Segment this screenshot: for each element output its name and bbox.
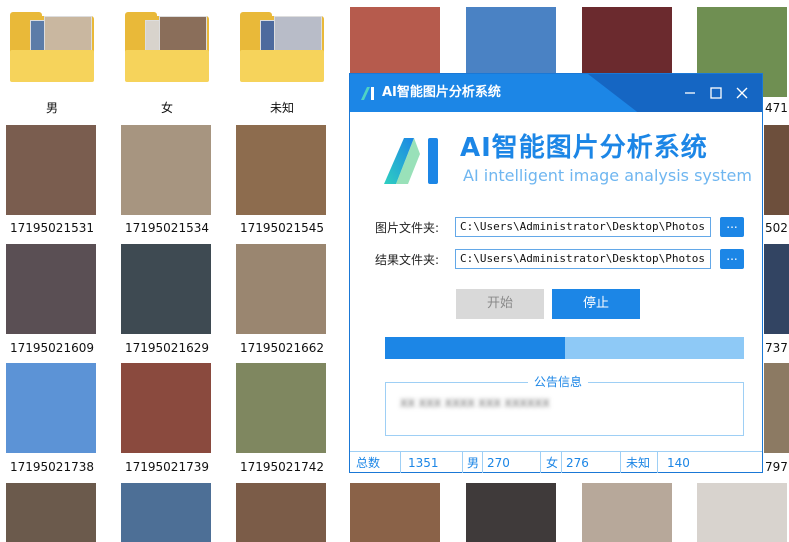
female-count: 276 <box>566 456 589 470</box>
female-label: 女 <box>546 456 559 470</box>
photo-label: 17195021609 <box>10 341 94 355</box>
unknown-count: 140 <box>667 456 690 470</box>
photo-thumbnail[interactable] <box>466 483 556 542</box>
total-label: 总数 <box>356 456 381 470</box>
minimize-icon <box>685 92 695 94</box>
maximize-button[interactable] <box>706 83 726 103</box>
photo-label-partial: 502 <box>765 221 788 235</box>
male-label: 男 <box>467 456 480 470</box>
photo-label: 17195021629 <box>125 341 209 355</box>
photo-label-partial: 471 <box>765 101 788 115</box>
folder-label: 女 <box>160 101 173 115</box>
photo-thumbnail[interactable] <box>764 244 789 334</box>
window-title: AI智能图片分析系统 <box>382 85 501 100</box>
notice-panel: 公告信息 XX XXX XXXX XXX XXXXXX <box>385 374 744 436</box>
image-folder-input[interactable]: C:\Users\Administrator\Desktop\Photos <box>455 217 711 237</box>
progress-fill <box>385 337 565 359</box>
photo-label: 17195021742 <box>240 460 324 474</box>
title-bar[interactable]: AI智能图片分析系统 <box>350 74 762 112</box>
folder-female[interactable] <box>115 0 209 90</box>
photo-thumbnail[interactable] <box>121 125 211 215</box>
photo-label-partial: 737 <box>765 341 788 355</box>
photo-thumbnail[interactable] <box>764 363 789 453</box>
photo-thumbnail[interactable] <box>6 125 96 215</box>
photo-thumbnail[interactable] <box>582 483 672 542</box>
photo-thumbnail[interactable] <box>236 483 326 542</box>
photo-thumbnail[interactable] <box>6 483 96 542</box>
folder-male[interactable] <box>0 0 94 90</box>
photo-thumbnail[interactable] <box>121 244 211 334</box>
photo-label: 17195021531 <box>10 221 94 235</box>
notice-text: XX XXX XXXX XXX XXXXXX <box>400 397 550 410</box>
folder-unknown[interactable] <box>230 0 324 90</box>
notice-title: 公告信息 <box>528 374 589 390</box>
male-count: 270 <box>487 456 510 470</box>
folder-label: 男 <box>45 101 58 115</box>
folder-label: 未知 <box>269 101 294 115</box>
image-folder-label: 图片文件夹: <box>375 221 440 235</box>
start-button[interactable]: 开始 <box>456 289 544 319</box>
photo-thumbnail[interactable] <box>121 363 211 453</box>
status-bar: 总数 1351 男 270 女 276 未知 140 <box>350 451 762 473</box>
brand-title: AI智能图片分析系统 <box>460 133 708 163</box>
photo-label: 17195021662 <box>240 341 324 355</box>
photo-thumbnail[interactable] <box>121 483 211 542</box>
photo-thumbnail[interactable] <box>236 125 326 215</box>
photo-label: 17195021534 <box>125 221 209 235</box>
photo-thumbnail[interactable] <box>6 244 96 334</box>
minimize-button[interactable] <box>680 83 700 103</box>
photo-thumbnail[interactable] <box>236 363 326 453</box>
brand-logo-icon <box>384 138 438 184</box>
photo-thumbnail[interactable] <box>764 125 789 215</box>
result-folder-label: 结果文件夹: <box>375 253 440 267</box>
analysis-dialog: AI智能图片分析系统 AI智能图片分析系统 AI intelligent ima… <box>349 73 763 473</box>
close-button[interactable] <box>732 83 752 103</box>
app-logo-icon <box>361 87 374 100</box>
photo-thumbnail[interactable] <box>236 244 326 334</box>
photo-label: 17195021545 <box>240 221 324 235</box>
photo-label-partial: 797 <box>765 460 788 474</box>
photo-thumbnail[interactable] <box>6 363 96 453</box>
photo-label: 17195021739 <box>125 460 209 474</box>
progress-bar <box>385 337 744 359</box>
maximize-icon <box>710 87 722 99</box>
brand-subtitle: AI intelligent image analysis system <box>463 166 752 185</box>
image-folder-browse-button[interactable]: ... <box>720 217 744 237</box>
close-icon <box>736 87 748 99</box>
result-folder-browse-button[interactable]: ... <box>720 249 744 269</box>
photo-thumbnail[interactable] <box>350 483 440 542</box>
photo-label: 17195021738 <box>10 460 94 474</box>
result-folder-input[interactable]: C:\Users\Administrator\Desktop\Photos <box>455 249 711 269</box>
stop-button[interactable]: 停止 <box>552 289 640 319</box>
total-count: 1351 <box>408 456 439 470</box>
unknown-label: 未知 <box>626 456 651 470</box>
photo-thumbnail[interactable] <box>697 483 787 542</box>
